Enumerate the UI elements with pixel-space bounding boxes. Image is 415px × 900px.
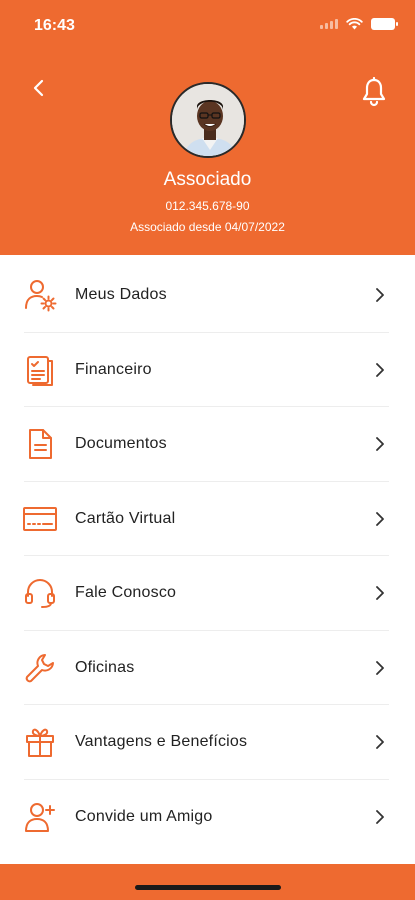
menu-item-financeiro[interactable]: Financeiro	[0, 333, 415, 408]
document-icon	[22, 426, 58, 462]
wifi-icon	[346, 18, 363, 30]
clipboard-check-icon	[22, 352, 58, 388]
profile-id-number: 012.345.678-90	[165, 199, 250, 213]
profile-header: 16:43 Associado 012.345.678-90 Associado…	[0, 0, 415, 255]
notifications-button[interactable]	[359, 76, 389, 108]
menu-item-vantagens[interactable]: Vantagens e Benefícios	[0, 705, 415, 780]
bell-icon	[362, 77, 386, 107]
back-button[interactable]	[26, 76, 50, 100]
menu-item-label: Documentos	[75, 435, 167, 453]
profile-photo	[172, 84, 244, 156]
bottom-bar	[0, 864, 415, 900]
menu-item-label: Financeiro	[75, 360, 152, 378]
menu-list: Meus Dados Financeiro Documentos Cartão …	[0, 258, 415, 854]
chevron-right-icon	[373, 584, 387, 602]
profile-name: Associado	[163, 169, 252, 190]
menu-item-label: Vantagens e Benefícios	[75, 733, 248, 751]
user-settings-icon	[22, 277, 58, 313]
status-time: 16:43	[34, 17, 75, 34]
menu-item-label: Convide um Amigo	[75, 807, 213, 825]
chevron-right-icon	[373, 361, 387, 379]
menu-item-label: Meus Dados	[75, 286, 167, 304]
card-icon	[22, 501, 58, 537]
chevron-right-icon	[373, 510, 387, 528]
chevron-right-icon	[373, 435, 387, 453]
headset-icon	[22, 575, 58, 611]
status-icons	[320, 18, 398, 30]
menu-item-documentos[interactable]: Documentos	[0, 407, 415, 482]
chevron-left-icon	[33, 79, 44, 97]
menu-item-convide-amigo[interactable]: Convide um Amigo	[0, 780, 415, 855]
chevron-right-icon	[373, 808, 387, 826]
home-indicator[interactable]	[135, 885, 281, 890]
menu-item-cartao-virtual[interactable]: Cartão Virtual	[0, 482, 415, 557]
menu-item-label: Oficinas	[75, 658, 135, 676]
gift-icon	[22, 724, 58, 760]
menu-item-meus-dados[interactable]: Meus Dados	[0, 258, 415, 333]
wrench-icon	[22, 650, 58, 686]
status-bar: 16:43	[0, 0, 415, 52]
menu-item-oficinas[interactable]: Oficinas	[0, 631, 415, 706]
chevron-right-icon	[373, 659, 387, 677]
user-plus-icon	[22, 799, 58, 835]
menu-item-label: Cartão Virtual	[75, 509, 176, 527]
chevron-right-icon	[373, 733, 387, 751]
battery-icon	[371, 18, 398, 30]
avatar[interactable]	[170, 82, 246, 158]
menu-item-fale-conosco[interactable]: Fale Conosco	[0, 556, 415, 631]
member-since: Associado desde 04/07/2022	[130, 220, 285, 234]
signal-icon	[320, 19, 338, 29]
menu-item-label: Fale Conosco	[75, 584, 177, 602]
chevron-right-icon	[373, 286, 387, 304]
